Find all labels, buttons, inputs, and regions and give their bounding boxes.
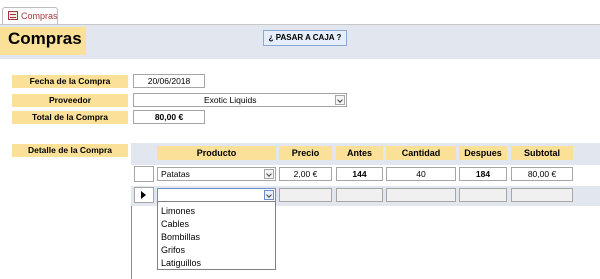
- col-header-despues: Despues: [459, 146, 507, 160]
- list-item[interactable]: Grifos: [161, 245, 185, 255]
- detalle-label: Detalle de la Compra: [12, 144, 128, 157]
- precio-cell-new[interactable]: [279, 188, 332, 202]
- cantidad-cell[interactable]: 40: [386, 167, 456, 181]
- current-record-icon: [141, 191, 146, 199]
- producto-cell[interactable]: Patatas: [157, 167, 276, 181]
- col-header-subtotal: Subtotal: [511, 146, 573, 160]
- fecha-field[interactable]: 20/06/2018: [133, 74, 205, 88]
- col-header-precio: Precio: [279, 146, 332, 160]
- list-item[interactable]: Latiguillos: [161, 258, 201, 268]
- pasar-a-caja-button[interactable]: ¿ PASAR A CAJA ?: [263, 30, 347, 46]
- page-title-box: Compras: [0, 27, 86, 55]
- list-item[interactable]: Bombillas: [161, 232, 200, 242]
- producto-value: Patatas: [161, 169, 190, 179]
- subtotal-cell: 80,00 €: [511, 167, 573, 181]
- total-label: Total de la Compra: [12, 111, 128, 124]
- fecha-label: Fecha de la Compra: [12, 75, 128, 88]
- page-title: Compras: [8, 29, 82, 48]
- col-header-antes: Antes: [336, 146, 383, 160]
- proveedor-label: Proveedor: [12, 94, 128, 107]
- chevron-down-icon[interactable]: [335, 95, 345, 105]
- chevron-down-icon[interactable]: [264, 190, 274, 200]
- form-icon: [8, 11, 18, 20]
- proveedor-value: Exotic Liquids: [204, 95, 257, 105]
- producto-combo-new[interactable]: [157, 188, 276, 202]
- chevron-down-icon[interactable]: [264, 169, 274, 179]
- despues-cell: 184: [459, 167, 507, 181]
- list-item[interactable]: Cables: [161, 219, 189, 229]
- document-tab-strip: Compras: [0, 0, 600, 25]
- total-field: 80,00 €: [133, 110, 205, 124]
- list-item[interactable]: Limones: [161, 206, 195, 216]
- antes-cell-new: [336, 188, 383, 202]
- despues-cell-new: [459, 188, 507, 202]
- col-header-cantidad: Cantidad: [386, 146, 456, 160]
- record-selector[interactable]: [134, 166, 154, 182]
- proveedor-combo[interactable]: Exotic Liquids: [133, 93, 347, 107]
- tab-compras[interactable]: Compras: [2, 7, 58, 24]
- col-header-producto: Producto: [157, 146, 276, 160]
- tab-label: Compras: [21, 11, 58, 21]
- antes-cell: 144: [336, 167, 383, 181]
- record-selector-current[interactable]: [134, 187, 154, 203]
- subtotal-cell-new: [511, 188, 573, 202]
- cantidad-cell-new[interactable]: [386, 188, 456, 202]
- precio-cell[interactable]: 2,00 €: [279, 167, 332, 181]
- producto-dropdown-list[interactable]: Limones Cables Bombillas Grifos Latiguil…: [157, 201, 276, 270]
